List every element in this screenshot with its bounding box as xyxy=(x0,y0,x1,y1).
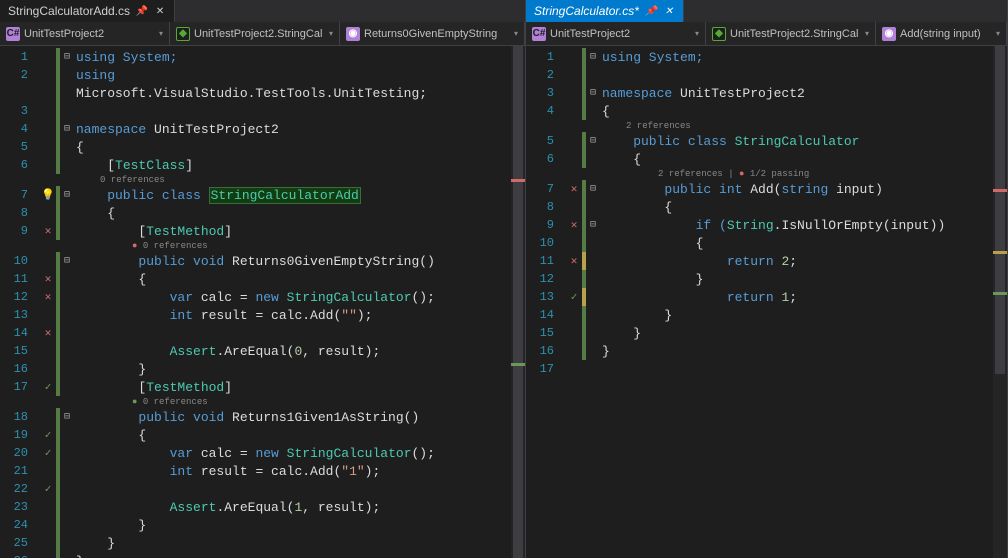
test-fail-icon: ✕ xyxy=(566,218,582,232)
test-fail-icon: ✕ xyxy=(566,182,582,196)
editor-pane-right: StringCalculator.cs* 📌 ✕ C# UnitTestProj… xyxy=(526,0,1008,558)
test-pass-icon: ✓ xyxy=(566,290,582,304)
pin-icon[interactable]: 📌 xyxy=(136,5,148,17)
class-icon: ◆ xyxy=(712,27,726,41)
scroll-marker-fail xyxy=(511,179,525,182)
fold-icon[interactable]: ⊟ xyxy=(586,219,600,231)
test-pass-icon: ✓ xyxy=(40,482,56,496)
project-icon: C# xyxy=(532,27,546,41)
nav-project[interactable]: C# UnitTestProject2 ▾ xyxy=(526,22,706,45)
chevron-down-icon: ▾ xyxy=(695,29,699,38)
test-fail-icon: ✕ xyxy=(40,224,56,238)
tab-bar-left: StringCalculatorAdd.cs 📌 ✕ xyxy=(0,0,525,22)
fold-icon[interactable]: ⊟ xyxy=(586,51,600,63)
codelens[interactable]: ● 0 references xyxy=(0,240,525,252)
code-lines-right: 1⊟using System; 2 3⊟namespace UnitTestPr… xyxy=(526,46,1007,378)
lightbulb-icon[interactable]: 💡 xyxy=(40,188,56,202)
nav-bar-left: C# UnitTestProject2 ▾ ◆ UnitTestProject2… xyxy=(0,22,525,46)
scroll-marker-fail xyxy=(993,189,1007,192)
fold-icon[interactable]: ⊟ xyxy=(60,51,74,63)
scrollbar-thumb[interactable] xyxy=(995,46,1005,374)
test-pass-icon: ✓ xyxy=(40,446,56,460)
chevron-down-icon: ▾ xyxy=(996,29,1000,38)
fold-icon[interactable]: ⊟ xyxy=(60,255,74,267)
codelens[interactable]: ● 0 references xyxy=(0,396,525,408)
test-pass-icon: ✓ xyxy=(40,428,56,442)
nav-project-label: UnitTestProject2 xyxy=(550,28,630,40)
method-icon: ◉ xyxy=(346,27,360,41)
fold-icon[interactable]: ⊟ xyxy=(60,189,74,201)
tab-left-file[interactable]: StringCalculatorAdd.cs 📌 ✕ xyxy=(0,0,175,22)
nav-member-label: Returns0GivenEmptyString xyxy=(364,28,497,40)
editor-pane-left: StringCalculatorAdd.cs 📌 ✕ C# UnitTestPr… xyxy=(0,0,526,558)
test-pass-icon: ✓ xyxy=(40,380,56,394)
scroll-marker-pass xyxy=(993,292,1007,295)
fold-icon[interactable]: ⊟ xyxy=(586,135,600,147)
scrollbar-thumb[interactable] xyxy=(513,46,523,558)
class-icon: ◆ xyxy=(176,27,190,41)
tab-right-file[interactable]: StringCalculator.cs* 📌 ✕ xyxy=(526,0,684,22)
nav-class[interactable]: ◆ UnitTestProject2.StringCal ▾ xyxy=(706,22,876,45)
fold-icon[interactable]: ⊟ xyxy=(60,123,74,135)
tab-title: StringCalculator.cs* xyxy=(534,4,639,18)
fold-icon[interactable]: ⊟ xyxy=(586,183,600,195)
chevron-down-icon: ▾ xyxy=(159,29,163,38)
nav-project-label: UnitTestProject2 xyxy=(24,28,104,40)
nav-bar-right: C# UnitTestProject2 ▾ ◆ UnitTestProject2… xyxy=(526,22,1007,46)
method-icon: ◉ xyxy=(882,27,896,41)
tab-bar-right: StringCalculator.cs* 📌 ✕ xyxy=(526,0,1007,22)
nav-member[interactable]: ◉ Add(string input) ▾ xyxy=(876,22,1007,45)
test-fail-icon: ✕ xyxy=(566,254,582,268)
pin-icon[interactable]: 📌 xyxy=(645,5,657,17)
test-fail-icon: ✕ xyxy=(40,326,56,340)
code-editor-left[interactable]: ⬍ 1⊟using System; 2using Microsoft.Visua… xyxy=(0,46,525,558)
scrollbar-vertical[interactable] xyxy=(993,46,1007,558)
scroll-marker-pass xyxy=(511,363,525,366)
nav-class-label: UnitTestProject2.StringCal xyxy=(730,28,858,40)
nav-class[interactable]: ◆ UnitTestProject2.StringCal ▾ xyxy=(170,22,340,45)
tab-title: StringCalculatorAdd.cs xyxy=(8,4,130,18)
code-editor-right[interactable]: ⬍ 1⊟using System; 2 3⊟namespace UnitTest… xyxy=(526,46,1007,558)
close-icon[interactable]: ✕ xyxy=(154,5,166,17)
fold-icon[interactable]: ⊟ xyxy=(586,87,600,99)
chevron-down-icon: ▾ xyxy=(329,29,333,38)
nav-project[interactable]: C# UnitTestProject2 ▾ xyxy=(0,22,170,45)
codelens[interactable]: 2 references | ● 1/2 passing xyxy=(526,168,1007,180)
nav-member[interactable]: ◉ Returns0GivenEmptyString ▾ xyxy=(340,22,525,45)
nav-class-label: UnitTestProject2.StringCal xyxy=(194,28,322,40)
scrollbar-vertical[interactable] xyxy=(511,46,525,558)
close-icon[interactable]: ✕ xyxy=(663,5,675,17)
chevron-down-icon: ▾ xyxy=(865,29,869,38)
test-fail-icon: ✕ xyxy=(40,290,56,304)
fold-icon[interactable]: ⊟ xyxy=(60,411,74,423)
nav-member-label: Add(string input) xyxy=(900,28,981,40)
scroll-marker-change xyxy=(993,251,1007,254)
codelens[interactable]: 2 references xyxy=(526,120,1007,132)
test-fail-icon: ✕ xyxy=(40,272,56,286)
project-icon: C# xyxy=(6,27,20,41)
code-lines-left: 1⊟using System; 2using Microsoft.VisualS… xyxy=(0,46,525,558)
codelens[interactable]: 0 references xyxy=(0,174,525,186)
chevron-down-icon: ▾ xyxy=(514,29,518,38)
